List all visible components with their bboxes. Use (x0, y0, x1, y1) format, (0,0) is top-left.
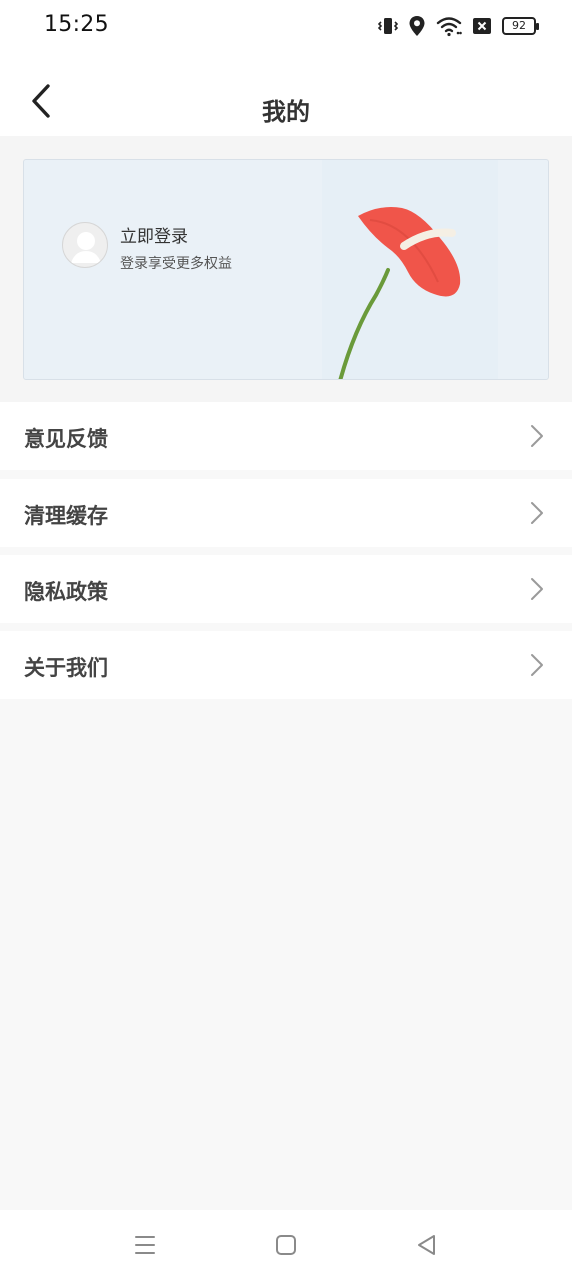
back-nav-button[interactable] (414, 1232, 440, 1258)
recents-button[interactable] (132, 1232, 158, 1258)
page-title: 我的 (262, 98, 310, 126)
chevron-right-icon (531, 502, 543, 524)
wifi-icon (436, 15, 462, 37)
menu-item-privacy-policy[interactable]: 隐私政策 (0, 555, 572, 623)
system-nav-bar (0, 1210, 572, 1280)
menu-item-about-us[interactable]: 关于我们 (0, 631, 572, 699)
header: 我的 (0, 52, 572, 136)
chevron-right-icon (531, 654, 543, 676)
home-button[interactable] (273, 1232, 299, 1258)
battery-level: 92 (512, 19, 526, 32)
menu-item-feedback[interactable]: 意见反馈 (0, 402, 572, 470)
menu-item-label: 隐私政策 (24, 580, 108, 604)
back-triangle-icon (418, 1235, 435, 1255)
vibrate-icon (378, 15, 398, 37)
status-icons: 92 (378, 14, 539, 38)
menu-icon (135, 1236, 155, 1254)
status-time: 15:25 (44, 12, 109, 37)
status-bar: 15:25 92 (0, 0, 572, 52)
login-subtitle: 登录享受更多权益 (120, 256, 232, 272)
flower-image (322, 160, 498, 379)
login-title[interactable]: 立即登录 (120, 222, 188, 247)
menu-item-label: 清理缓存 (24, 504, 108, 528)
menu-item-clear-cache[interactable]: 清理缓存 (0, 479, 572, 547)
avatar[interactable] (62, 222, 108, 268)
home-icon (276, 1235, 296, 1255)
chevron-right-icon (531, 425, 543, 447)
menu-item-label: 关于我们 (24, 656, 108, 680)
menu-item-label: 意见反馈 (24, 427, 108, 451)
location-icon (408, 15, 426, 37)
battery-icon: 92 (502, 17, 539, 35)
profile-section: 立即登录 登录享受更多权益 (0, 136, 572, 402)
sim-off-icon (472, 17, 492, 35)
login-card[interactable]: 立即登录 登录享受更多权益 (23, 159, 549, 380)
chevron-right-icon (531, 578, 543, 600)
default-avatar-icon (71, 232, 101, 263)
